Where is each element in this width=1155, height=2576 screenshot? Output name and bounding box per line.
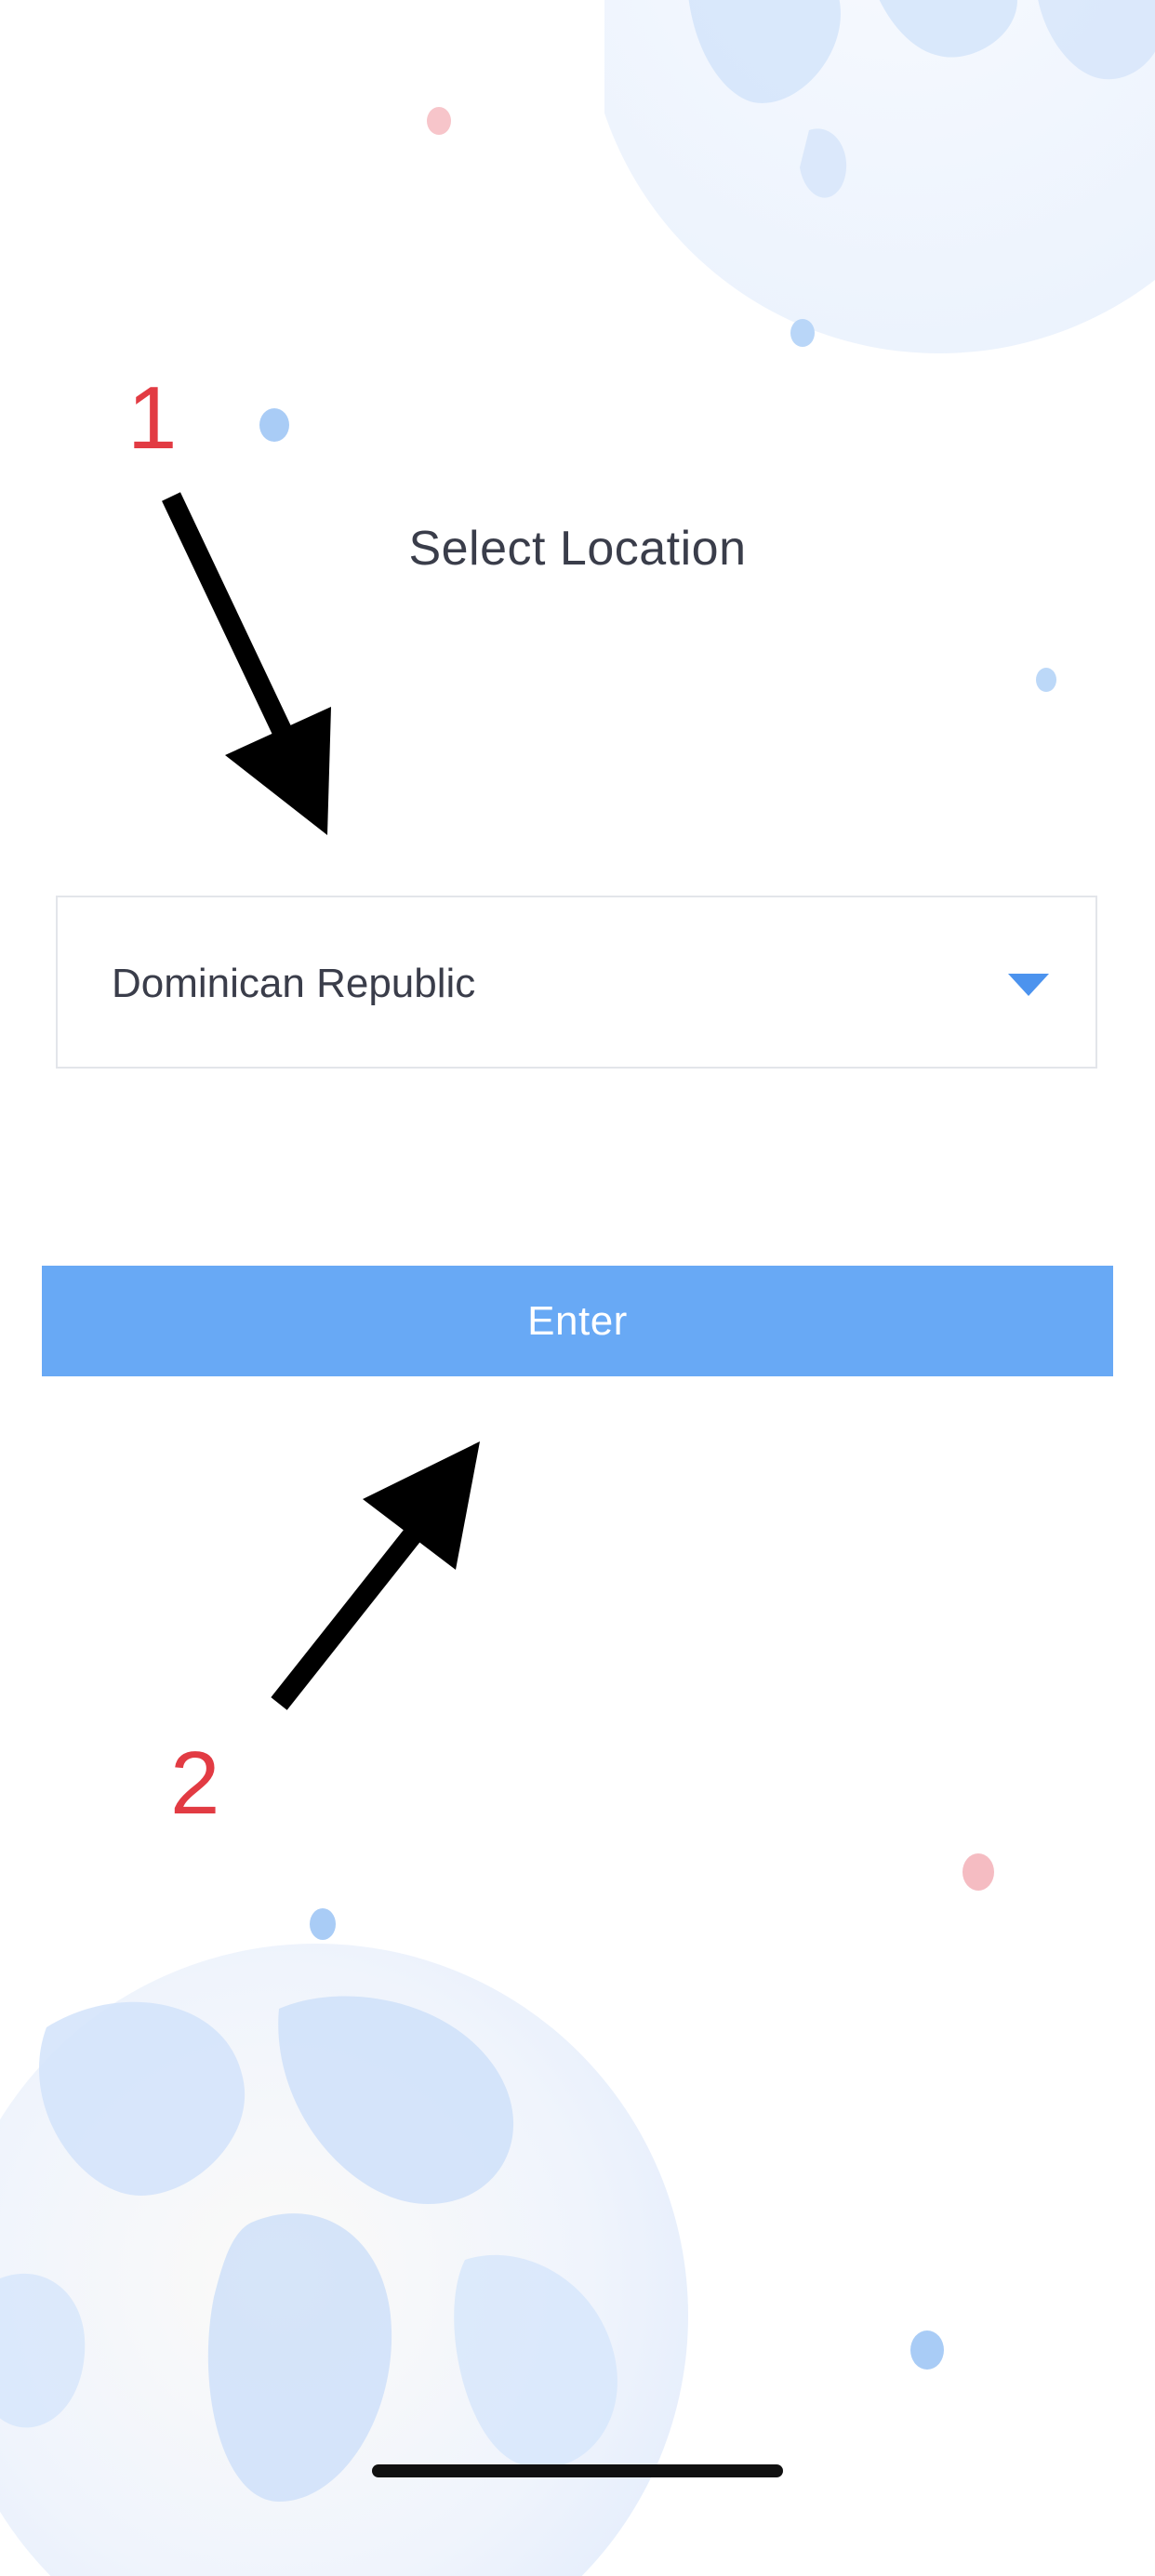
globe-decoration-top	[604, 0, 1155, 353]
location-dropdown[interactable]: Dominican Republic	[56, 896, 1097, 1069]
caret-down-icon[interactable]	[1008, 974, 1049, 996]
selected-location-text: Dominican Republic	[112, 961, 476, 1006]
decorative-dot	[259, 408, 289, 442]
enter-button[interactable]: Enter	[42, 1266, 1113, 1376]
annotation-number-1: 1	[127, 368, 178, 468]
home-indicator[interactable]	[372, 2464, 783, 2477]
decorative-dot	[310, 1908, 336, 1940]
decorative-dot	[910, 2330, 944, 2370]
annotation-arrow-2	[271, 1441, 480, 1710]
decorative-dot	[1036, 668, 1056, 692]
decorative-dot	[427, 107, 451, 135]
decorative-dot	[962, 1853, 994, 1891]
decorative-dot	[790, 319, 815, 347]
annotation-arrow-1	[162, 492, 331, 835]
globe-decoration-bottom	[0, 1944, 688, 2576]
annotation-number-2: 2	[170, 1733, 220, 1833]
